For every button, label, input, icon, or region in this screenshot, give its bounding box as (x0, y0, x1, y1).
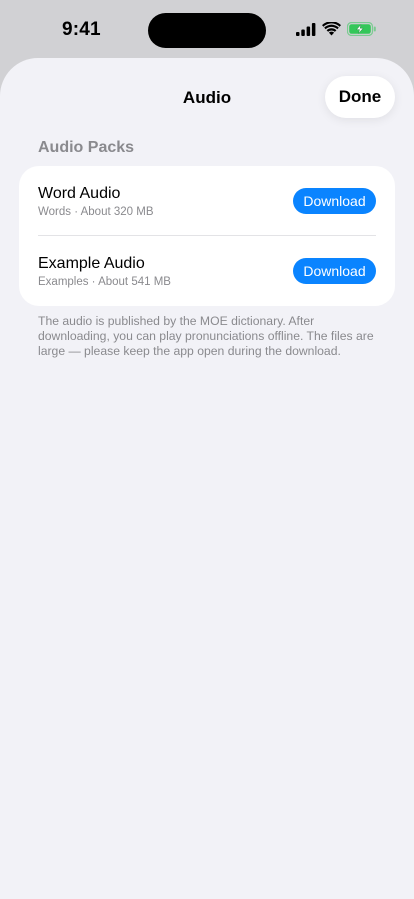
download-word-audio-button[interactable]: Download (293, 188, 376, 214)
list-item-word-audio: Word Audio Words · About 320 MB Download (19, 166, 395, 236)
battery-charging-icon (347, 22, 376, 36)
audio-sheet: Audio Done Audio Packs Word Audio Words … (0, 58, 414, 899)
wifi-icon (322, 22, 341, 36)
status-bar: 9:41 (0, 0, 414, 60)
list-item-example-audio: Example Audio Examples · About 541 MB Do… (19, 236, 395, 306)
example-audio-subtitle: Examples · About 541 MB (38, 276, 171, 288)
status-icons (296, 22, 377, 36)
cellular-signal-icon (296, 22, 316, 36)
example-audio-title: Example Audio (38, 255, 145, 272)
word-audio-subtitle: Words · About 320 MB (38, 206, 154, 218)
dynamic-island (148, 13, 266, 48)
section-header-audio-packs: Audio Packs (38, 139, 135, 156)
status-time: 9:41 (62, 19, 101, 40)
download-example-audio-button[interactable]: Download (293, 258, 376, 284)
audio-packs-list: Word Audio Words · About 320 MB Download… (19, 166, 395, 306)
screen: 9:41 Audio Done Audio Packs Word Audio W… (0, 0, 414, 899)
section-footer-note: The audio is published by the MOE dictio… (38, 314, 374, 358)
word-audio-title: Word Audio (38, 185, 121, 202)
done-button[interactable]: Done (325, 76, 395, 118)
